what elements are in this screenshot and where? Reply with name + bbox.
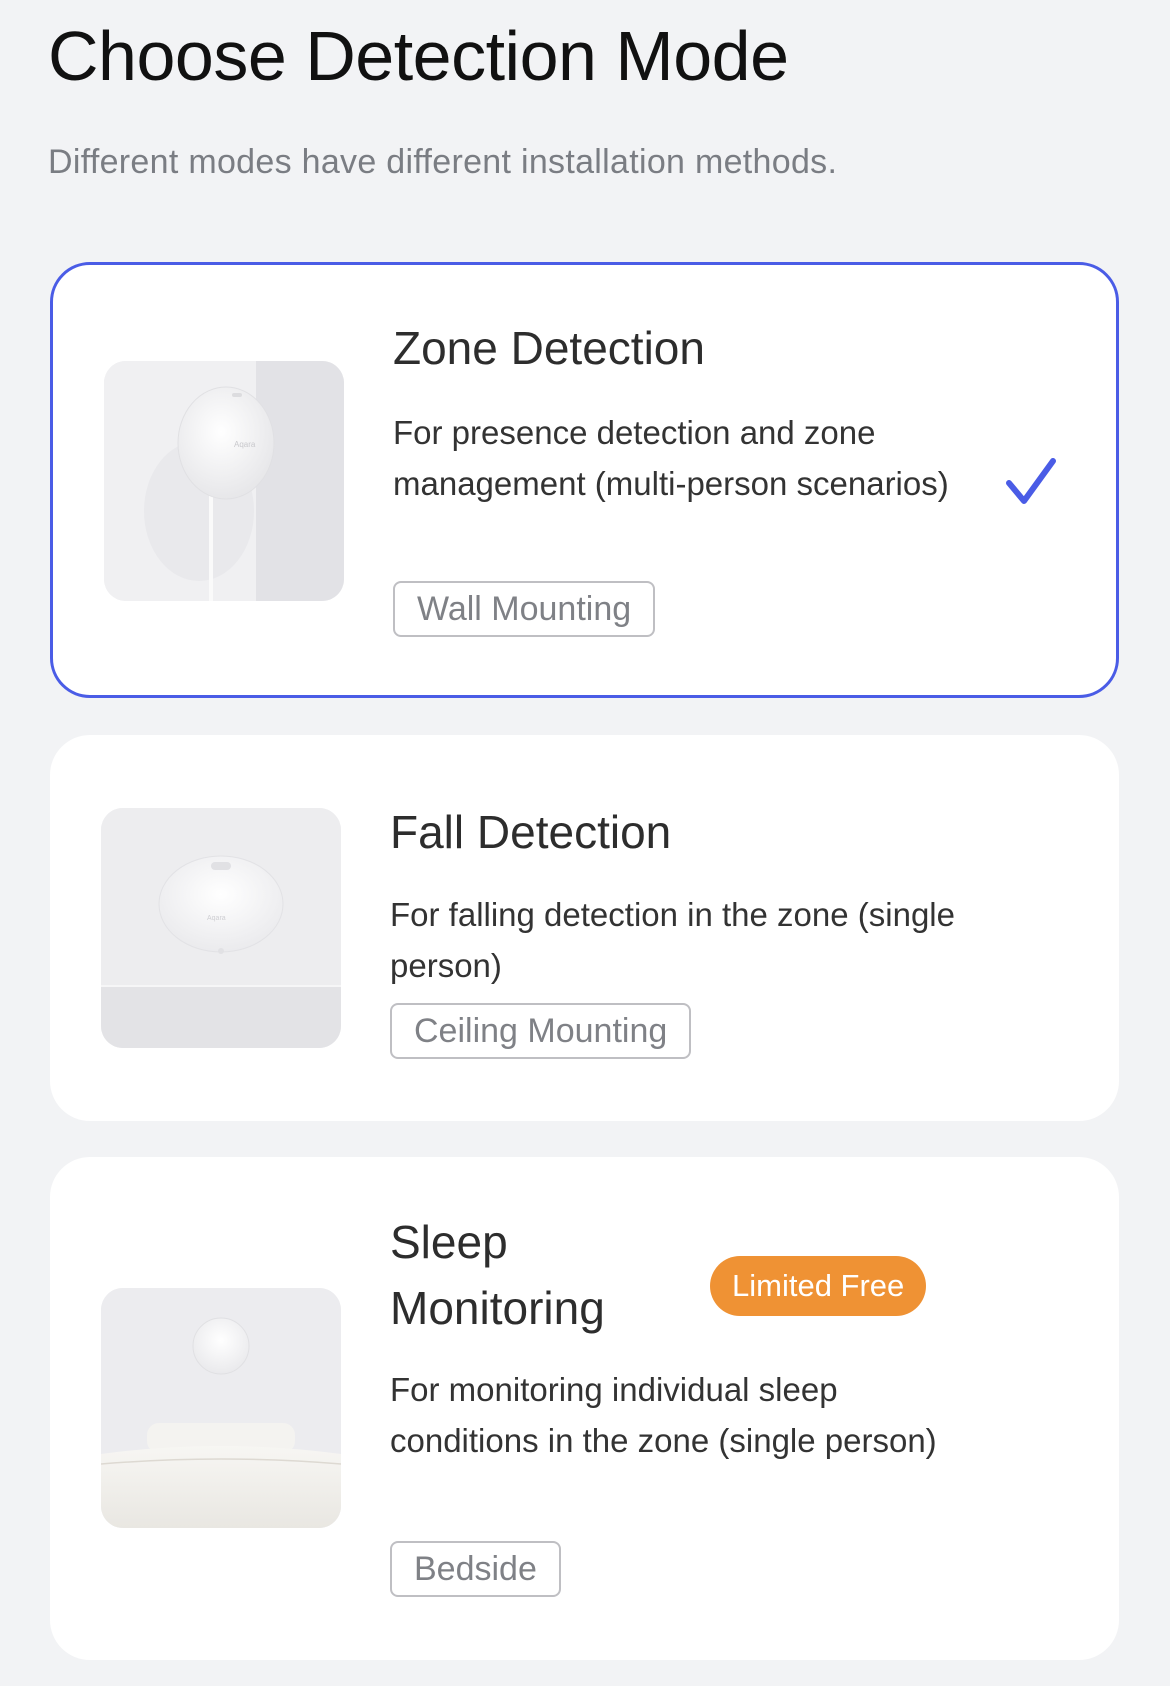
installation-tag: Ceiling Mounting [390,1003,692,1059]
mode-name: Zone Detection [393,322,705,374]
checkmark-icon [1006,458,1056,504]
wall-mount-device-image: Aqara [104,361,344,601]
limited-free-badge: Limited Free [710,1256,927,1316]
mode-description: For falling detection in the zone (singl… [390,896,955,984]
mode-name: Fall Detection [390,806,672,858]
mode-description: For presence detection and zone manageme… [393,414,949,502]
installation-tag: Wall Mounting [393,581,656,637]
mode-card-fall-detection[interactable]: Aqara Fall Detection For falling detecti… [50,735,1119,1121]
mode-description: For monitoring individual sleep conditio… [390,1371,937,1459]
installation-tag: Bedside [390,1541,561,1597]
page-title: Choose Detection Mode [48,17,789,95]
device-brand-label: Aqara [207,915,226,922]
mode-name-line-2: Monitoring [390,1282,605,1334]
mode-name-line-1: Sleep [390,1216,508,1268]
ceiling-mount-device-image: Aqara [101,808,341,1048]
choose-detection-mode-screen: Choose Detection Mode Different modes ha… [0,0,1170,1686]
bedside-device-image [101,1288,341,1528]
device-brand-label: Aqara [234,440,256,449]
mode-card-zone-detection[interactable]: Aqara Zone Detection For presence detect… [50,262,1119,698]
page-subtitle: Different modes have different installat… [48,143,838,181]
mode-card-sleep-monitoring[interactable]: Sleep Monitoring Limited Free For monito… [50,1157,1119,1660]
